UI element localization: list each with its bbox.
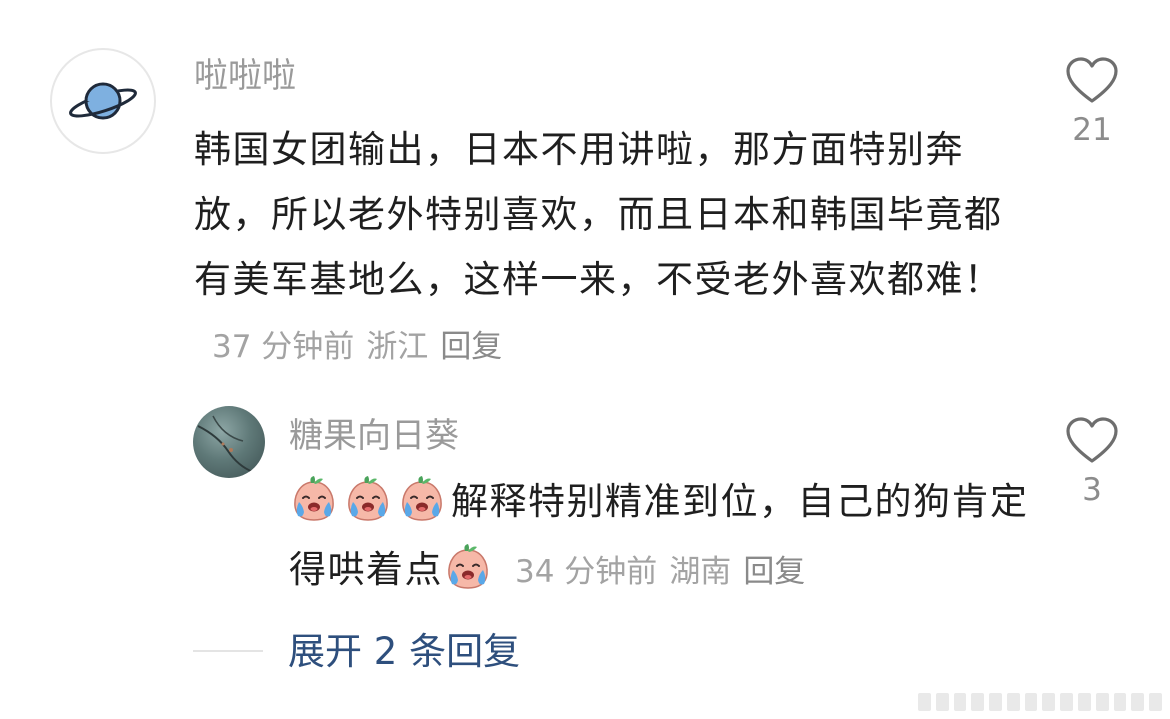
watermark (918, 689, 1162, 711)
reply-body: 解释特别精准到位，自己的狗肯定得哄着点 34 分钟前 湖南 回复 (289, 468, 1029, 606)
user-avatar[interactable] (50, 48, 156, 154)
crying-peach-emoji (448, 544, 488, 589)
crying-peach-emoji (348, 476, 388, 521)
reply-username[interactable]: 糖果向日葵 (289, 414, 459, 458)
reply-location: 湖南 (669, 554, 732, 590)
heart-outline-icon (1066, 417, 1118, 463)
comment-location: 浙江 (366, 329, 429, 365)
reply-time: 34 分钟前 (515, 554, 658, 590)
comment-text: 韩国女团输出，日本不用讲啦，那方面特别奔放，所以老外特别喜欢，而且日本和韩国毕竟… (194, 128, 1003, 301)
comment-like-button[interactable]: 21 (1052, 56, 1132, 150)
reply-reply-button[interactable]: 回复 (743, 554, 805, 590)
reply-meta: 34 分钟前 湖南 回复 (515, 554, 817, 590)
expand-replies-button[interactable]: 展开 2 条回复 (288, 628, 520, 676)
reply-avatar[interactable] (193, 406, 265, 478)
reply-like-button[interactable]: 3 (1052, 416, 1132, 510)
comment-reply-button[interactable]: 回复 (440, 329, 502, 365)
expand-divider (193, 650, 263, 652)
comment-thread: 啦啦啦 韩国女团输出，日本不用讲啦，那方面特别奔放，所以老外特别喜欢，而且日本和… (0, 0, 1170, 719)
comment-username[interactable]: 啦啦啦 (194, 54, 296, 98)
comment-meta: 37 分钟前 浙江 回复 (212, 329, 514, 365)
avatar-photo (197, 415, 254, 473)
comment-like-count: 21 (1072, 112, 1112, 148)
crying-peach-emoji (402, 476, 442, 521)
reply-emoji-tail (443, 544, 497, 591)
comment-body: 韩国女团输出，日本不用讲啦，那方面特别奔放，所以老外特别喜欢，而且日本和韩国毕竟… (194, 117, 1014, 380)
reply-emoji-group (289, 476, 451, 523)
reply-like-count: 3 (1082, 472, 1102, 508)
heart-outline-icon (1066, 57, 1118, 103)
comment-time: 37 分钟前 (212, 329, 355, 365)
crying-peach-emoji (294, 476, 334, 521)
planet-icon (69, 82, 137, 120)
